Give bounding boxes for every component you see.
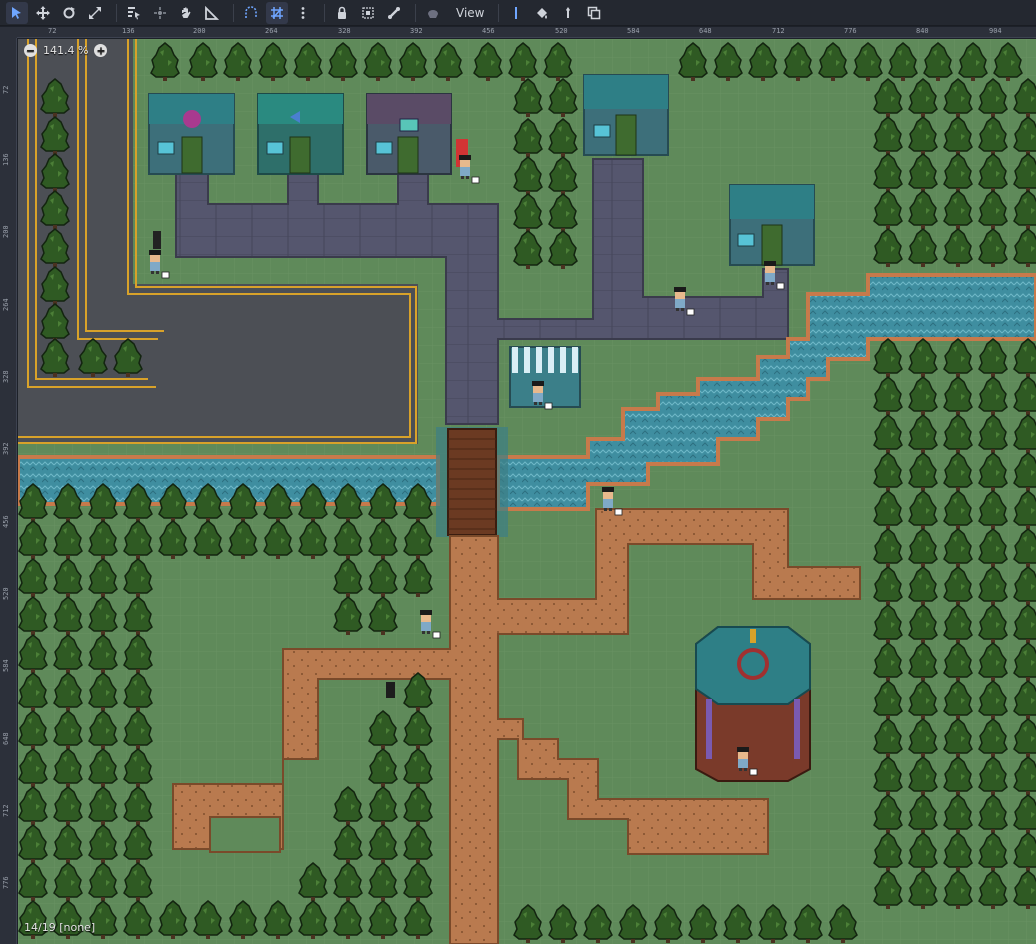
copy-tiles-icon[interactable]	[583, 2, 605, 24]
ruler-tick-label: 520	[555, 27, 568, 35]
ruler-tick-label: 72	[2, 85, 10, 94]
group-icon[interactable]	[357, 2, 379, 24]
zoom-in-button[interactable]: +	[94, 44, 108, 57]
ruler-tick-label: 72	[48, 27, 57, 35]
lock-icon[interactable]	[331, 2, 353, 24]
move-mode-icon[interactable]	[32, 2, 54, 24]
trash-bin	[386, 682, 395, 698]
horizontal-ruler: 72 136 200 264 328 392 456 520 584 648 7…	[17, 27, 1036, 38]
toolbar-separator	[116, 3, 117, 22]
zoom-controls: − 141.4 % +	[24, 44, 108, 57]
editor-window: View 72 136 200 264 328 392 456 520 584 …	[0, 0, 1036, 944]
ruler-tick-label: 264	[2, 298, 10, 311]
ruler-tick-label: 776	[2, 876, 10, 889]
building-shop-1	[148, 93, 235, 175]
building-shop-2	[257, 93, 344, 175]
building-house-1	[583, 74, 669, 156]
market-stall	[509, 346, 581, 408]
more-options-icon[interactable]	[292, 2, 314, 24]
editor-toolbar: View	[0, 0, 1036, 26]
pan-hand-icon[interactable]	[175, 2, 197, 24]
paint-bucket-icon[interactable]	[531, 2, 553, 24]
toolbar-separator	[415, 3, 416, 22]
building-post-office	[366, 93, 452, 175]
grid-snap-icon[interactable]	[266, 1, 288, 24]
toolbar-separator	[498, 3, 500, 22]
ruler-tick-label: 200	[193, 27, 206, 35]
ruler-tick-label: 392	[2, 442, 10, 455]
ruler-tick-label: 648	[2, 732, 10, 745]
tilemap-canvas[interactable]	[18, 39, 1036, 944]
smart-snap-icon[interactable]	[240, 2, 262, 24]
ruler-icon[interactable]	[201, 2, 223, 24]
scale-mode-icon[interactable]	[84, 2, 106, 24]
ruler-tick-label: 392	[410, 27, 423, 35]
gazebo	[695, 626, 811, 782]
ruler-tick-label: 712	[2, 804, 10, 817]
view-menu[interactable]: View	[448, 2, 492, 24]
ruler-tick-label: 520	[2, 587, 10, 600]
ruler-tick-label: 136	[2, 153, 10, 166]
ruler-tick-label: 840	[916, 27, 929, 35]
bone-icon[interactable]	[383, 2, 405, 24]
list-select-icon[interactable]	[123, 2, 145, 24]
tile-status-text: 14/19 [none]	[24, 921, 96, 934]
ruler-tick-label: 584	[2, 659, 10, 672]
ruler-tick-label: 200	[2, 225, 10, 238]
ruler-tick-label: 584	[627, 27, 640, 35]
ruler-tick-label: 776	[844, 27, 857, 35]
building-house-2	[729, 184, 815, 266]
ruler-tick-label: 456	[2, 515, 10, 528]
ruler-tick-label: 328	[338, 27, 351, 35]
ruler-tick-label: 328	[2, 370, 10, 383]
ruler-tick-label: 264	[265, 27, 278, 35]
picker-icon[interactable]	[557, 2, 579, 24]
ruler-tick-label: 904	[989, 27, 1002, 35]
tile-line-icon[interactable]	[505, 2, 527, 24]
scene-viewport[interactable]	[18, 39, 1036, 944]
toolbar-separator	[324, 3, 325, 22]
toolbar-separator	[233, 3, 234, 22]
rotate-mode-icon[interactable]	[58, 2, 80, 24]
pivot-icon[interactable]	[149, 2, 171, 24]
ruler-tick-label: 456	[482, 27, 495, 35]
zoom-level[interactable]: 141.4 %	[43, 44, 88, 57]
camera-override-icon[interactable]	[422, 2, 444, 24]
ruler-tick-label: 648	[699, 27, 712, 35]
vertical-ruler: 72 136 200 264 328 392 456 520 584 648 7…	[0, 38, 17, 944]
ruler-tick-label: 136	[122, 27, 135, 35]
zoom-out-button[interactable]: −	[24, 44, 37, 57]
ruler-tick-label: 712	[772, 27, 785, 35]
lamp-post	[153, 231, 161, 249]
select-mode-icon[interactable]	[6, 1, 28, 24]
ruler-corner	[0, 27, 17, 38]
